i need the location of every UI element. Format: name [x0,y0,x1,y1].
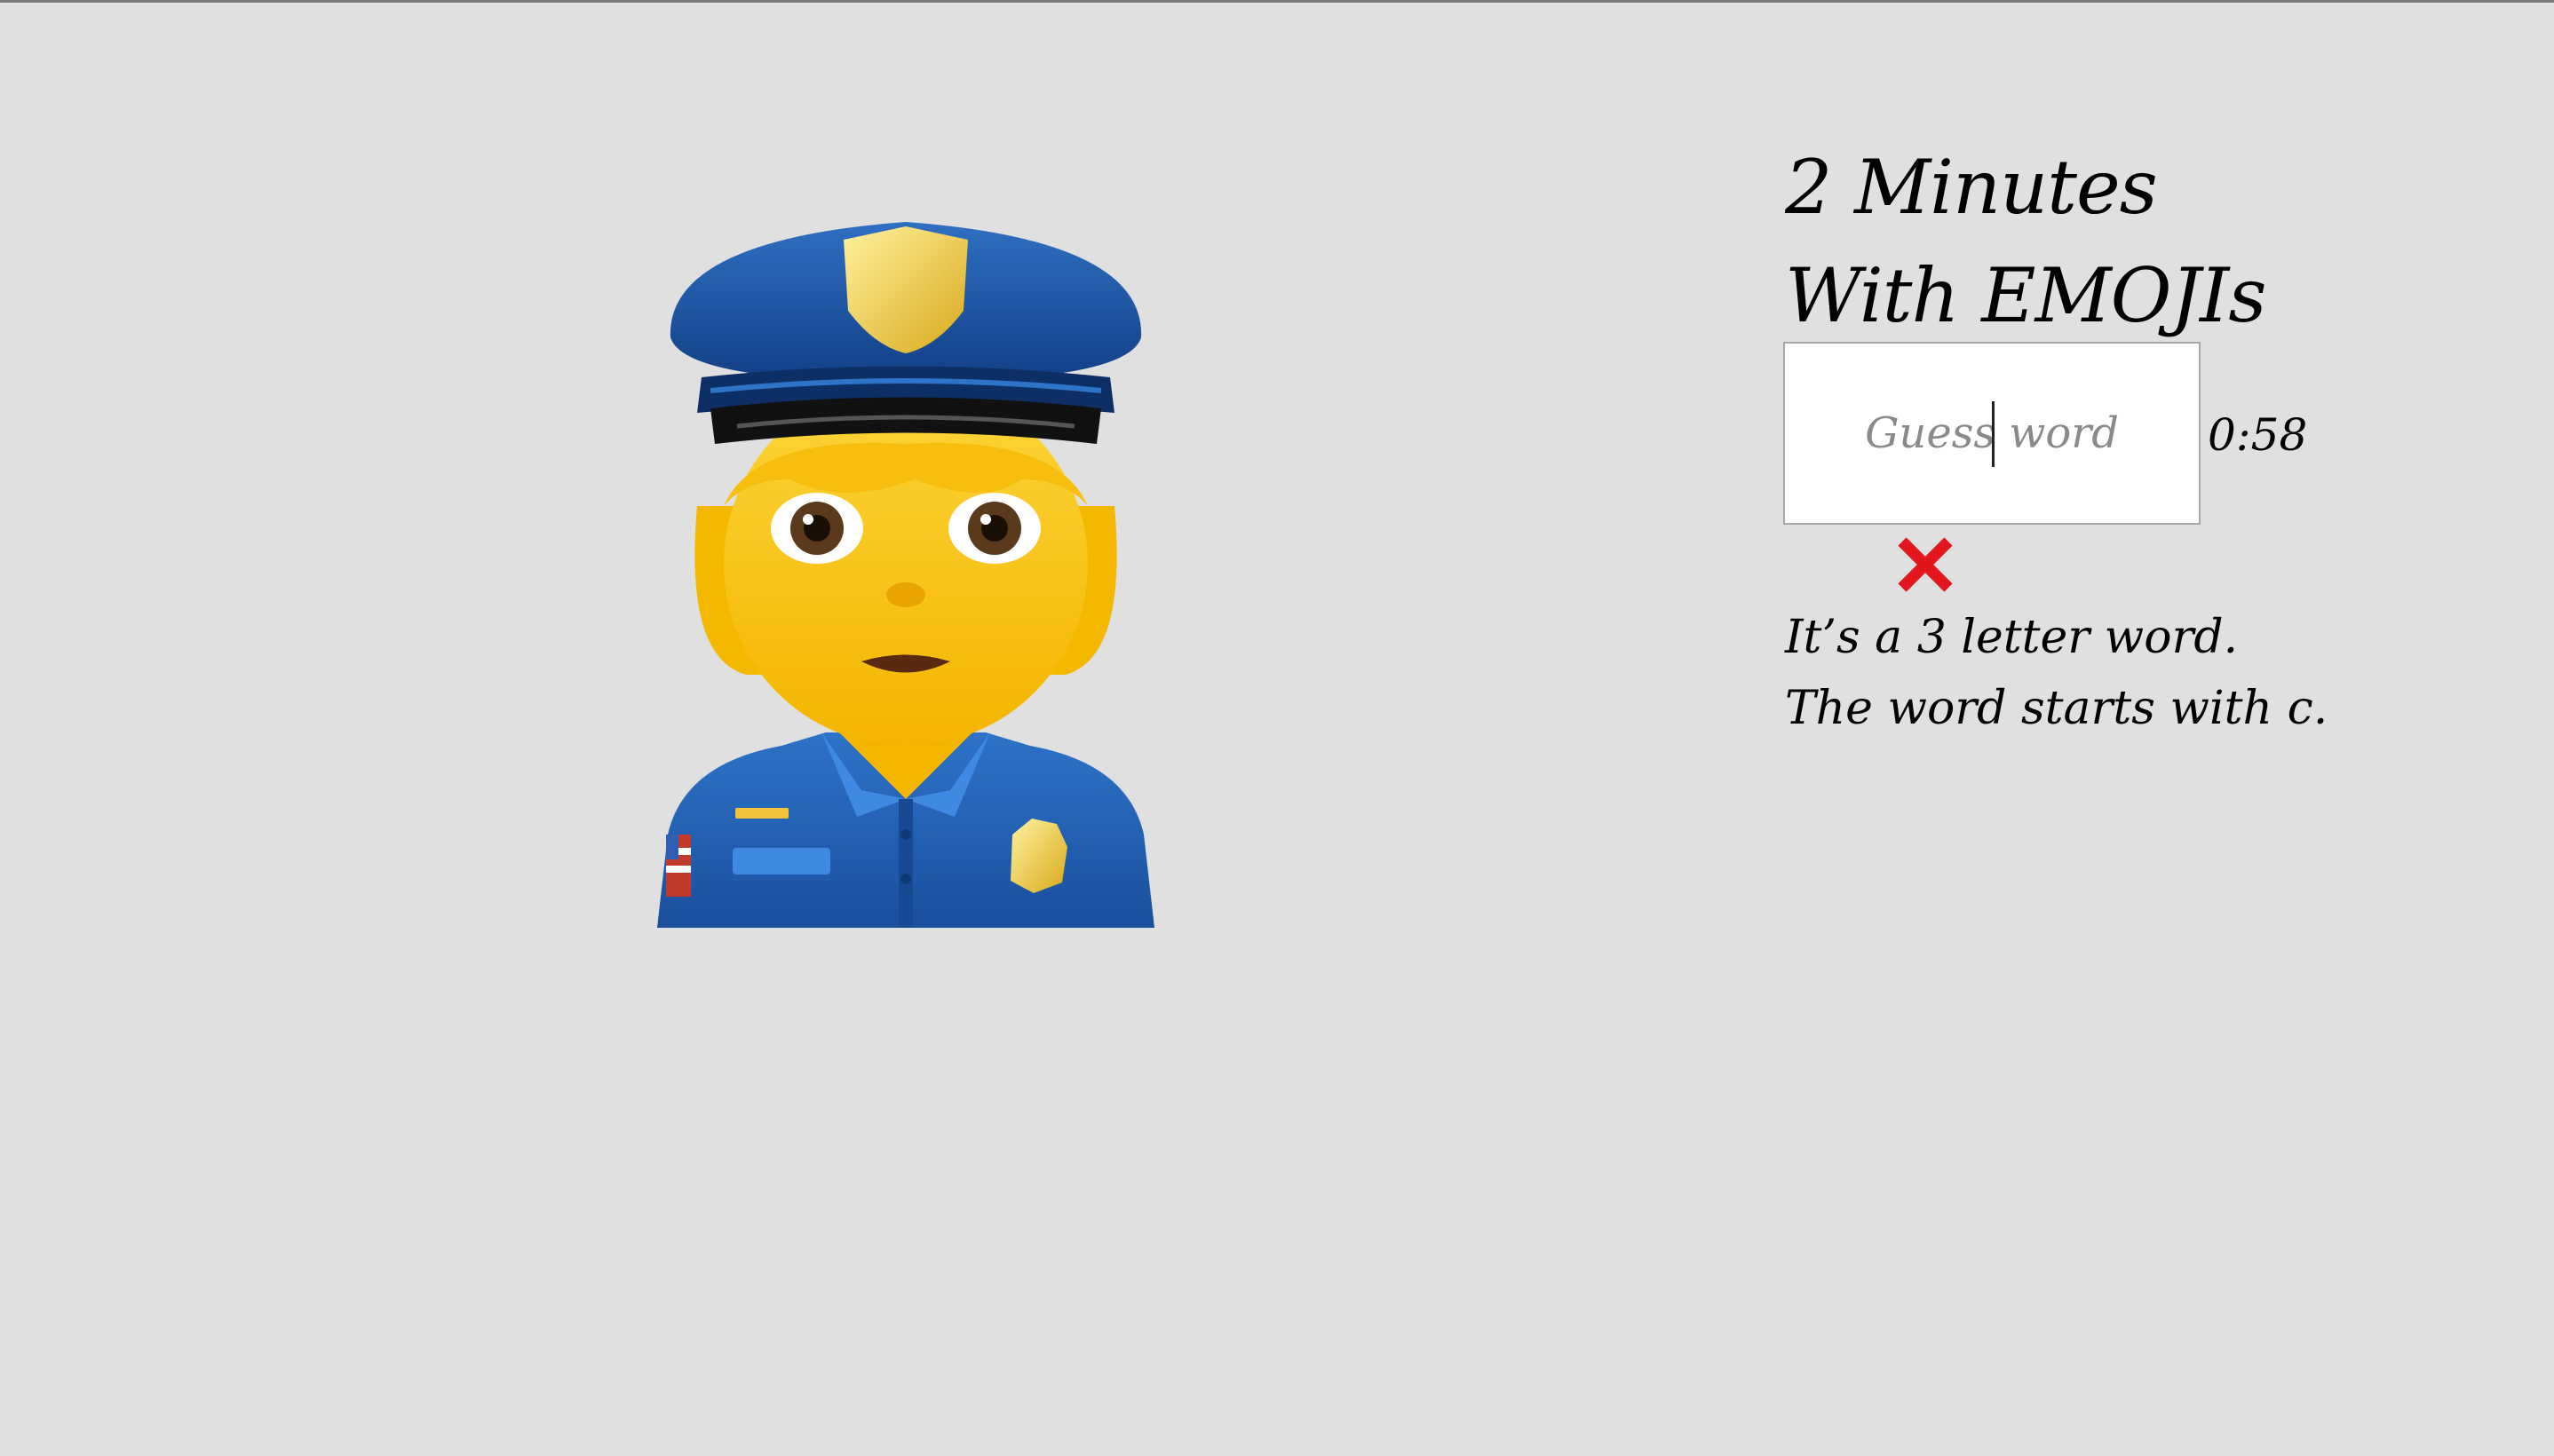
window-top-border [0,0,2554,3]
countdown-timer: 0:58 [2208,409,2308,461]
hint-letter-count: It’s a 3 letter word. [1785,611,2239,664]
hint-first-letter: The word starts with c. [1785,682,2328,735]
wrong-x-icon [1893,533,1957,597]
text-cursor [1992,401,1995,467]
game-title: 2 Minutes With EMOJIs [1785,144,2266,339]
police-officer-emoji-icon [648,213,1163,928]
